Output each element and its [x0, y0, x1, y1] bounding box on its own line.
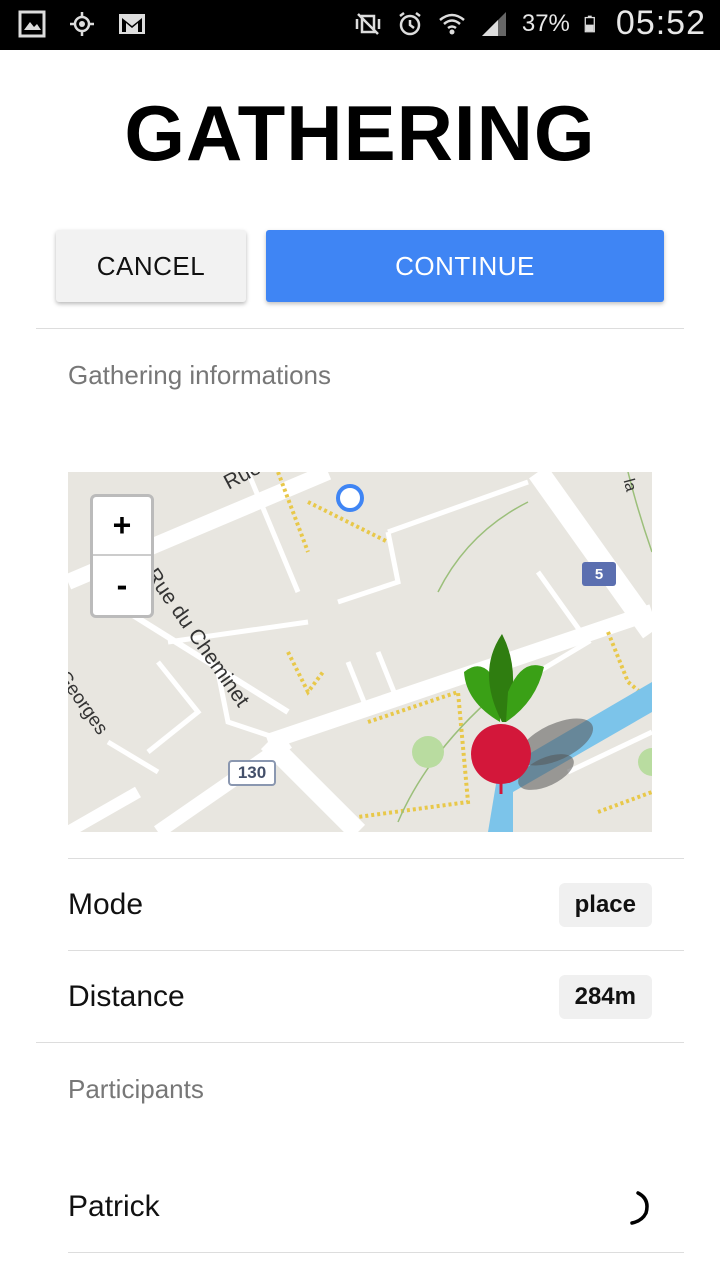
- gmail-icon: [119, 14, 145, 34]
- distance-label: Distance: [68, 980, 185, 1013]
- status-system: 37% 05:52: [354, 4, 706, 43]
- section-label-info: Gathering informations: [68, 360, 332, 390]
- battery-percent: 37%: [521, 9, 570, 37]
- clock: 05:52: [615, 4, 706, 42]
- signal-icon: [481, 11, 506, 36]
- divider: [68, 950, 684, 951]
- zoom-control: + -: [90, 494, 154, 618]
- divider: [36, 328, 684, 329]
- road-badge: 130: [228, 760, 276, 786]
- zoom-in-button[interactable]: +: [93, 497, 151, 556]
- gallery-icon: [18, 10, 46, 38]
- distance-value-badge: 284m: [558, 975, 652, 1019]
- mode-value-badge: place: [558, 883, 652, 927]
- status-bar: 37% 05:52: [0, 0, 720, 50]
- participant-row[interactable]: Patrick: [68, 1162, 652, 1252]
- mode-row: Mode place: [68, 860, 652, 950]
- vibrate-mute-icon: [355, 12, 381, 35]
- mode-label: Mode: [68, 888, 144, 921]
- divider: [68, 858, 684, 859]
- cancel-button[interactable]: CANCEL: [56, 230, 246, 302]
- road-badge: 5: [582, 562, 616, 586]
- zoom-out-button[interactable]: -: [93, 556, 151, 615]
- wifi-icon: [439, 13, 465, 34]
- radish-marker-icon[interactable]: [456, 632, 606, 802]
- location-dot-icon: [336, 484, 364, 512]
- map[interactable]: Rue d Rue du Cheminet Georges la 130 5 +…: [68, 472, 652, 832]
- status-notifications: [18, 10, 146, 38]
- gps-icon: [70, 12, 94, 36]
- section-label-participants: Participants: [68, 1074, 204, 1104]
- loading-spinner-icon: [630, 1191, 649, 1225]
- page-title: GATHERING: [124, 89, 596, 177]
- continue-button[interactable]: CONTINUE: [266, 230, 664, 302]
- divider: [36, 1042, 684, 1043]
- distance-row: Distance 284m: [68, 952, 652, 1042]
- divider: [68, 1252, 684, 1253]
- battery-icon: [584, 15, 595, 32]
- participant-name: Patrick: [68, 1190, 160, 1223]
- alarm-icon: [399, 11, 421, 35]
